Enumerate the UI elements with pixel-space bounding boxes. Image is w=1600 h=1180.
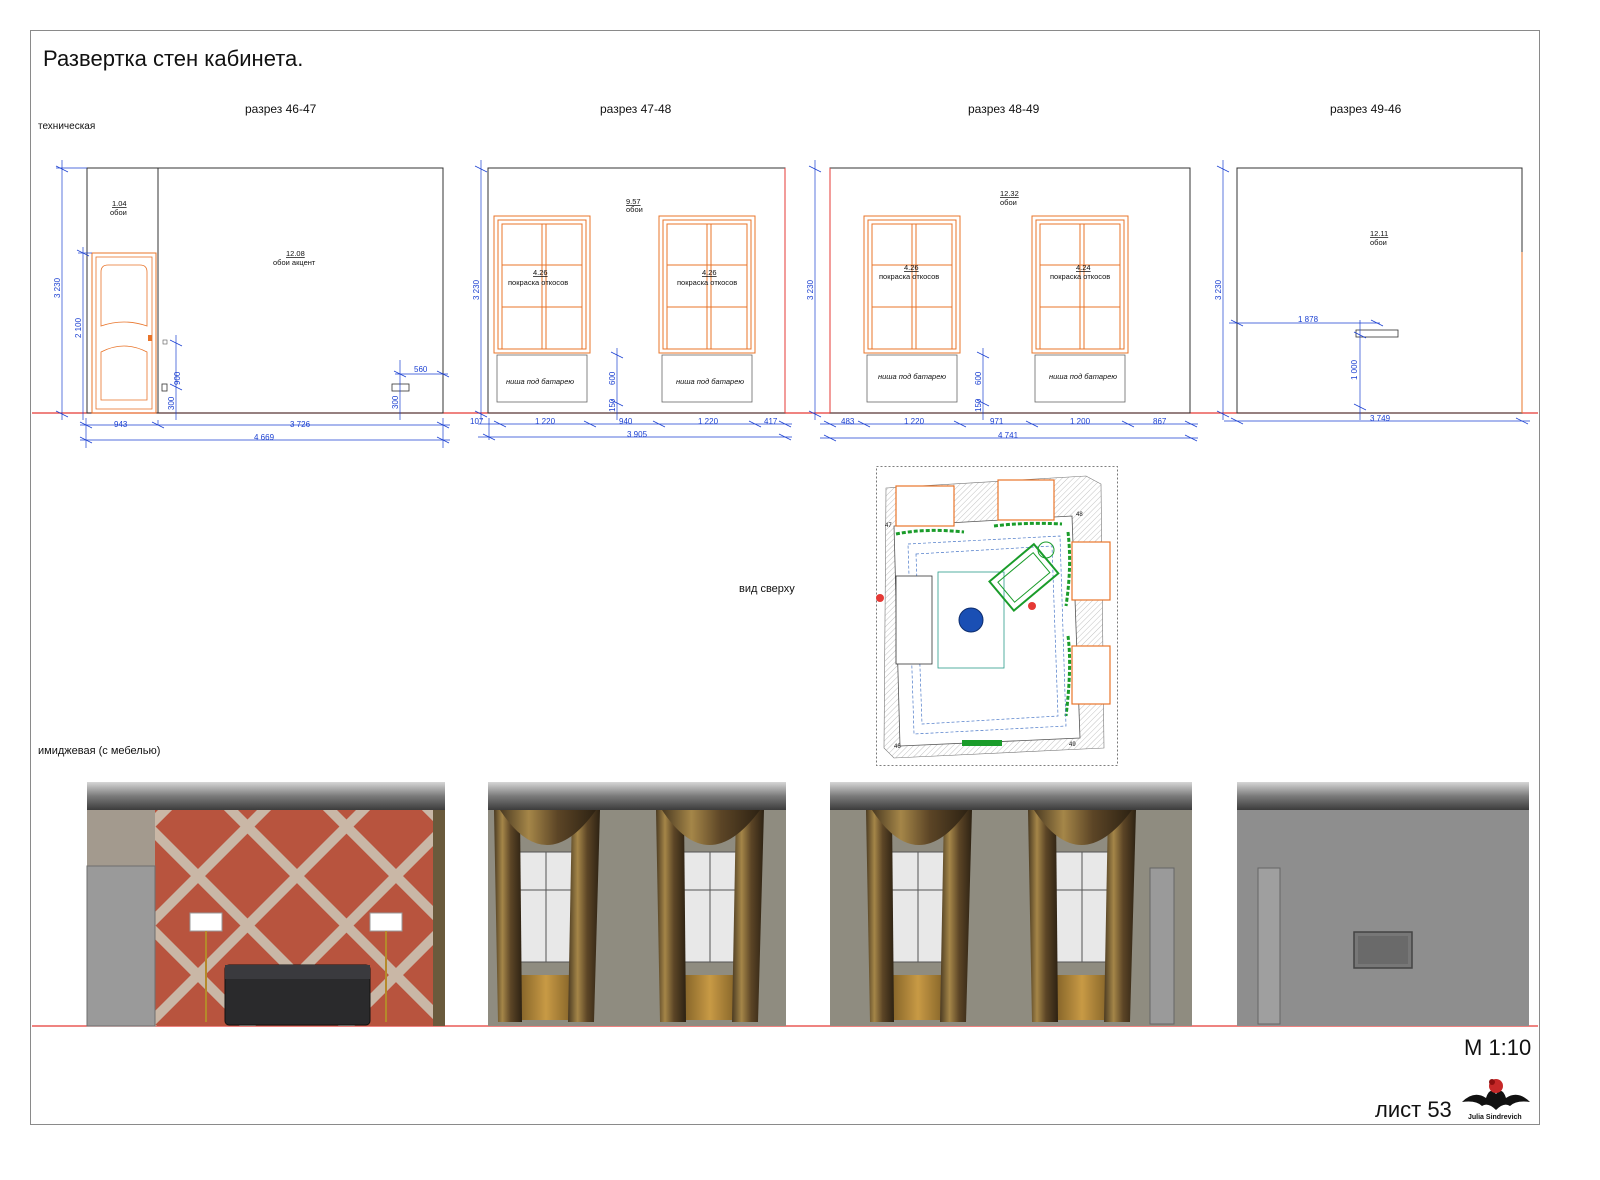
svg-text:покраска откосов: покраска откосов xyxy=(879,272,939,281)
plan-window-1 xyxy=(895,485,955,527)
svg-text:1.04: 1.04 xyxy=(112,199,127,208)
sheet-number: лист 53 xyxy=(1375,1097,1452,1122)
switch xyxy=(161,383,168,392)
svg-text:49: 49 xyxy=(1069,742,1076,748)
svg-text:покраска откосов: покраска откосов xyxy=(508,278,568,287)
svg-text:3 749: 3 749 xyxy=(1370,414,1391,423)
svg-text:обои: обои xyxy=(1000,198,1017,207)
rendered-elevations xyxy=(32,782,1538,1027)
svg-text:4.24: 4.24 xyxy=(1076,263,1091,272)
svg-text:300: 300 xyxy=(391,395,400,409)
svg-text:3 726: 3 726 xyxy=(290,420,311,429)
svg-text:150: 150 xyxy=(974,398,983,412)
top-view-label: вид сверху xyxy=(739,583,795,595)
plan-sofa xyxy=(895,575,933,665)
svg-text:3 905: 3 905 xyxy=(627,430,648,439)
svg-text:12.32: 12.32 xyxy=(1000,189,1019,198)
svg-text:12.11: 12.11 xyxy=(1370,229,1388,238)
svg-text:600: 600 xyxy=(974,371,983,385)
svg-text:560: 560 xyxy=(414,365,428,374)
elevation-48-49: 12.32 обои 4.26 покраска откосов 4.24 по… xyxy=(806,160,1198,442)
render-48-49 xyxy=(830,782,1192,1026)
svg-text:ниша под батарею: ниша под батарею xyxy=(1049,372,1117,381)
svg-text:обои акцент: обои акцент xyxy=(273,258,316,267)
svg-text:4.26: 4.26 xyxy=(533,268,548,277)
elevation-46-47: 1.04 обои 12.08 обои акцент 3 230 2 100 … xyxy=(53,160,450,448)
svg-text:1 220: 1 220 xyxy=(904,417,925,426)
svg-text:107: 107 xyxy=(470,417,484,426)
svg-text:4 669: 4 669 xyxy=(254,433,275,442)
socket-block xyxy=(391,383,410,392)
svg-text:1 200: 1 200 xyxy=(1070,417,1091,426)
svg-text:4 741: 4 741 xyxy=(998,431,1019,440)
svg-text:обои: обои xyxy=(626,205,643,214)
top-view-plan: 47 48 49 46 xyxy=(876,466,1118,766)
svg-text:1 000: 1 000 xyxy=(1350,359,1359,380)
svg-text:обои: обои xyxy=(110,208,127,217)
render-49-46 xyxy=(1237,782,1529,1026)
svg-text:2 100: 2 100 xyxy=(74,317,83,338)
plan-window-2 xyxy=(997,479,1055,521)
svg-text:ниша под батарею: ниша под батарею xyxy=(506,377,574,386)
render-47-48 xyxy=(488,782,786,1026)
image-label: имиджевая (с мебелью) xyxy=(38,745,161,757)
svg-text:3 230: 3 230 xyxy=(1214,279,1223,300)
svg-text:943: 943 xyxy=(114,420,128,429)
svg-text:300: 300 xyxy=(167,396,176,410)
logo: Julia Sindrevich xyxy=(1462,1079,1530,1121)
wall-outline xyxy=(1236,167,1523,414)
svg-text:4.26: 4.26 xyxy=(702,268,717,277)
svg-text:150: 150 xyxy=(608,398,617,412)
svg-text:покраска откосов: покраска откосов xyxy=(677,278,737,287)
plan-window-3 xyxy=(1071,541,1111,601)
svg-text:покраска откосов: покраска откосов xyxy=(1050,272,1110,281)
svg-text:12.08: 12.08 xyxy=(286,249,305,258)
svg-text:600: 600 xyxy=(608,371,617,385)
svg-text:ниша под батарею: ниша под батарею xyxy=(878,372,946,381)
window-right xyxy=(1031,215,1129,354)
svg-text:ниша под батарею: ниша под батарею xyxy=(676,377,744,386)
door xyxy=(91,252,157,414)
wall-outline xyxy=(86,167,444,414)
elevation-49-46: 12.11 обои 3 230 1 878 1 000 3 749 xyxy=(1214,160,1530,425)
svg-text:обои: обои xyxy=(1370,238,1387,247)
svg-text:48: 48 xyxy=(1076,512,1083,518)
svg-text:1 220: 1 220 xyxy=(698,417,719,426)
svg-text:47: 47 xyxy=(885,523,892,529)
svg-text:1 220: 1 220 xyxy=(535,417,556,426)
elevation-47-48: 9.57 обои 4.26 покраска откосов 4.26 пок… xyxy=(470,160,792,441)
svg-text:971: 971 xyxy=(990,417,1004,426)
svg-text:1 878: 1 878 xyxy=(1298,315,1319,324)
svg-text:Julia Sindrevich: Julia Sindrevich xyxy=(1468,1114,1522,1121)
svg-text:4.26: 4.26 xyxy=(904,263,919,272)
window-left xyxy=(863,215,961,354)
svg-text:3 230: 3 230 xyxy=(53,277,62,298)
svg-text:940: 940 xyxy=(619,417,633,426)
plan-window-4 xyxy=(1071,645,1111,705)
svg-text:3 230: 3 230 xyxy=(472,279,481,300)
svg-text:3 230: 3 230 xyxy=(806,279,815,300)
render-46-47 xyxy=(86,782,445,1027)
svg-text:900: 900 xyxy=(173,371,182,385)
scale-label: М 1:10 xyxy=(1464,1035,1532,1060)
svg-text:417: 417 xyxy=(764,417,778,426)
svg-text:867: 867 xyxy=(1153,417,1167,426)
plan-table xyxy=(958,607,984,633)
svg-text:46: 46 xyxy=(894,744,901,750)
svg-text:483: 483 xyxy=(841,417,855,426)
technical-elevations: 1.04 обои 12.08 обои акцент 3 230 2 100 … xyxy=(32,160,1538,448)
